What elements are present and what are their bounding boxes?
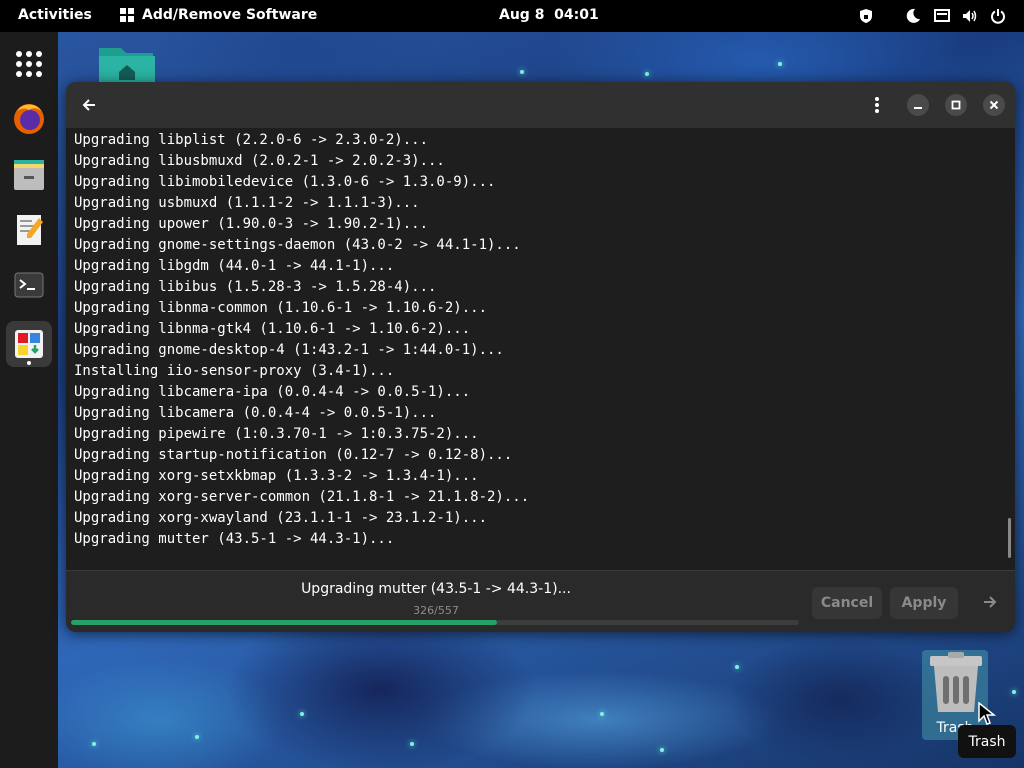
log-line: Installing iio-sensor-proxy (3.4-1)...	[74, 363, 395, 379]
night-light-icon[interactable]	[905, 8, 921, 24]
transaction-log[interactable]: Upgrading libplist (2.2.0-6 -> 2.3.0-2).…	[66, 128, 1015, 570]
log-line: Upgrading gnome-desktop-4 (1:43.2-1 -> 1…	[74, 342, 504, 358]
app-menu-label: Add/Remove Software	[142, 7, 318, 23]
mouse-cursor-icon	[978, 702, 996, 725]
log-line: Upgrading xorg-xwayland (23.1.1-1 -> 23.…	[74, 510, 488, 526]
text-editor-icon[interactable]	[9, 210, 49, 250]
close-button[interactable]	[983, 94, 1005, 116]
display-icon[interactable]	[934, 8, 950, 24]
app-menu[interactable]: Add/Remove Software	[120, 7, 317, 23]
software-window: Upgrading libplist (2.2.0-6 -> 2.3.0-2).…	[66, 82, 1015, 632]
log-line: Upgrading libibus (1.5.28-3 -> 1.5.28-4)…	[74, 279, 437, 295]
log-line: Upgrading usbmuxd (1.1.1-2 -> 1.1.1-3)..…	[74, 195, 420, 211]
maximize-button[interactable]	[945, 94, 967, 116]
maximize-icon	[951, 100, 961, 110]
arrow-left-icon	[82, 99, 95, 111]
minimize-button[interactable]	[907, 94, 929, 116]
log-lines: Upgrading libplist (2.2.0-6 -> 2.3.0-2).…	[74, 130, 529, 550]
progress-count: 326/557	[413, 604, 459, 617]
log-line: Upgrading libimobiledevice (1.3.0-6 -> 1…	[74, 174, 496, 190]
log-line: Upgrading xorg-setxkbmap (1.3.3-2 -> 1.3…	[74, 468, 479, 484]
volume-icon[interactable]	[962, 8, 978, 24]
progress-bar	[71, 620, 799, 625]
menu-button[interactable]	[866, 94, 888, 116]
software-menu-icon	[120, 8, 134, 22]
trash-icon	[930, 652, 982, 712]
log-line: Upgrading libcamera (0.0.4-4 -> 0.0.5-1)…	[74, 405, 437, 421]
terminal-icon[interactable]	[9, 265, 49, 305]
clock[interactable]: Aug 8 04:01	[499, 7, 599, 23]
top-bar: Activities Add/Remove Software Aug 8 04:…	[0, 0, 1024, 32]
dock	[0, 32, 58, 768]
status-text: Upgrading mutter (43.5-1 -> 44.3-1)...	[301, 581, 571, 597]
log-scrollbar[interactable]	[1008, 518, 1011, 558]
log-line: Upgrading xorg-server-common (21.1.8-1 -…	[74, 489, 530, 505]
cancel-button[interactable]: Cancel	[812, 587, 882, 619]
log-line: Upgrading libcamera-ipa (0.0.4-4 -> 0.0.…	[74, 384, 471, 400]
shield-icon[interactable]	[858, 8, 874, 24]
minimize-icon	[914, 107, 922, 109]
header-bar	[66, 82, 1015, 128]
next-button[interactable]	[979, 591, 1001, 613]
log-line: Upgrading startup-notification (0.12-7 -…	[74, 447, 513, 463]
app-grid-icon[interactable]	[9, 44, 49, 84]
active-app-indicator	[27, 361, 31, 365]
log-line: Upgrading libusbmuxd (2.0.2-1 -> 2.0.2-3…	[74, 153, 445, 169]
log-line: Upgrading upower (1.90.0-3 -> 1.90.2-1).…	[74, 216, 429, 232]
back-button[interactable]	[78, 94, 100, 116]
progress-footer: Upgrading mutter (43.5-1 -> 44.3-1)... 3…	[66, 570, 1015, 632]
log-line: Upgrading libnma-gtk4 (1.10.6-1 -> 1.10.…	[74, 321, 471, 337]
log-line: Upgrading libplist (2.2.0-6 -> 2.3.0-2).…	[74, 132, 429, 148]
arrow-right-icon	[984, 596, 997, 608]
close-icon	[989, 100, 999, 110]
progress-bar-fill	[71, 620, 497, 625]
log-line: Upgrading mutter (43.5-1 -> 44.3-1)...	[74, 531, 395, 547]
apply-button[interactable]: Apply	[890, 587, 958, 619]
activities-button[interactable]: Activities	[18, 7, 92, 23]
log-line: Upgrading pipewire (1:0.3.70-1 -> 1:0.3.…	[74, 426, 479, 442]
home-folder-icon[interactable]	[97, 44, 157, 84]
firefox-icon[interactable]	[9, 98, 49, 138]
log-line: Upgrading gnome-settings-daemon (43.0-2 …	[74, 237, 521, 253]
log-line: Upgrading libgdm (44.0-1 -> 44.1-1)...	[74, 258, 395, 274]
log-line: Upgrading libnma-common (1.10.6-1 -> 1.1…	[74, 300, 488, 316]
power-icon[interactable]	[990, 8, 1006, 24]
files-icon[interactable]	[9, 154, 49, 194]
trash-tooltip: Trash	[958, 725, 1016, 758]
kebab-menu-icon	[875, 97, 879, 113]
